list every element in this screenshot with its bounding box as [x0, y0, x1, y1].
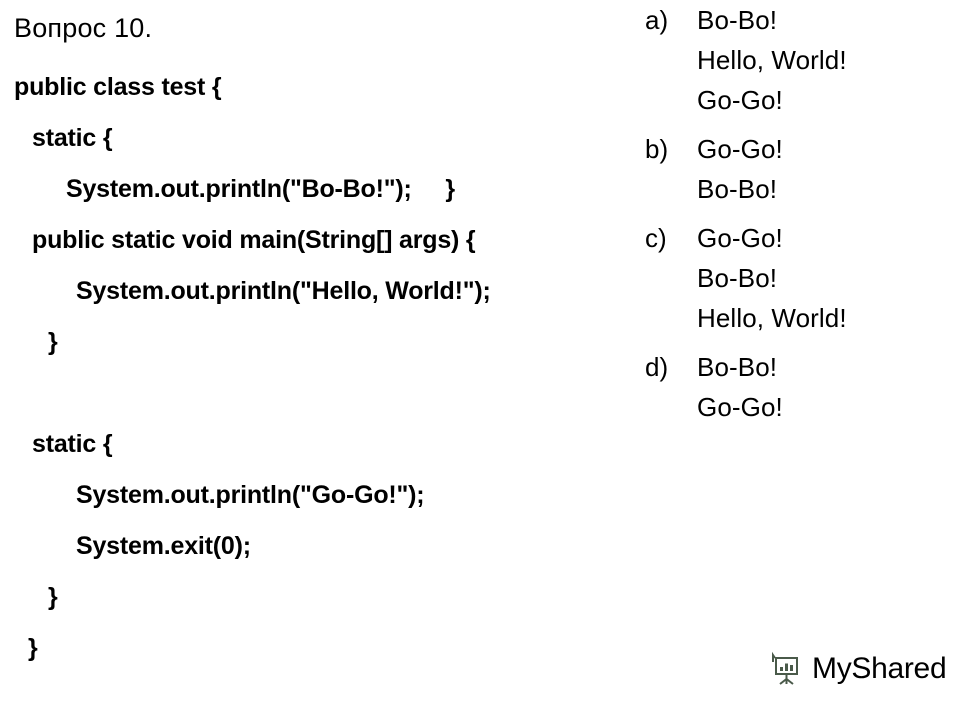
myshared-watermark-text: MyShared [812, 652, 947, 685]
myshared-watermark: MyShared [768, 650, 947, 688]
answer-option-text: Bo-Bo! Go-Go! [697, 347, 960, 427]
code-line: System.exit(0); [76, 532, 251, 560]
answer-option-c[interactable]: c) Go-Go! Bo-Bo! Hello, World! [645, 218, 960, 338]
answer-option-line: Bo-Bo! [697, 5, 778, 35]
code-line: } [48, 328, 58, 356]
answer-option-line: Go-Go! [697, 223, 783, 253]
answer-option-line: Hello, World! [697, 303, 847, 333]
code-line: public static void main(String[] args) { [32, 226, 476, 254]
answer-option-label: c) [645, 223, 667, 253]
java-code-block: public class test { static { System.out.pr… [0, 62, 660, 674]
answer-option-d[interactable]: d) Bo-Bo! Go-Go! [645, 347, 960, 427]
code-line: } [48, 583, 58, 611]
answer-option-line: Bo-Bo! [697, 352, 778, 382]
code-line: } [28, 634, 38, 662]
answer-option-b[interactable]: b) Go-Go! Bo-Bo! [645, 129, 960, 209]
question-title: Вопрос 10. [14, 13, 153, 43]
slide-canvas: Вопрос 10. public class test { static { Sy… [0, 0, 960, 720]
code-line: System.out.println("Bo-Bo!"); } [66, 175, 455, 203]
answer-option-line: Go-Go! [697, 134, 783, 164]
answer-option-a[interactable]: a) Bo-Bo! Hello, World! Go-Go! [645, 0, 960, 120]
code-line: System.out.println("Go-Go!"); [76, 481, 425, 509]
answer-option-text: Go-Go! Bo-Bo! Hello, World! [697, 218, 960, 338]
code-line: static { [32, 124, 113, 152]
code-line: System.out.println("Hello, World!"); [76, 277, 491, 305]
presentation-board-icon [768, 650, 806, 688]
code-line: static { [32, 430, 113, 458]
answer-option-label: a) [645, 5, 669, 35]
answer-option-line: Bo-Bo! [697, 263, 778, 293]
answer-option-line: Go-Go! [697, 392, 783, 422]
code-line: public class test { [14, 73, 222, 101]
answer-option-label: d) [645, 352, 669, 382]
answer-option-line: Go-Go! [697, 85, 783, 115]
answer-option-label: b) [645, 134, 669, 164]
question-column: Вопрос 10. public class test { static { Sy… [0, 0, 660, 720]
answer-option-line: Bo-Bo! [697, 174, 778, 204]
answer-option-text: Bo-Bo! Hello, World! Go-Go! [697, 0, 960, 120]
answer-options-list: a) Bo-Bo! Hello, World! Go-Go! b) Go-Go! Bo-Bo… [645, 0, 960, 720]
answer-option-line: Hello, World! [697, 45, 847, 75]
answer-option-text: Go-Go! Bo-Bo! [697, 129, 960, 209]
